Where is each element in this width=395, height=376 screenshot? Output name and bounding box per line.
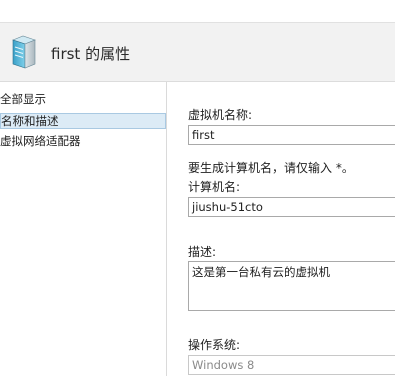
window-top-strip	[0, 0, 395, 22]
dialog-title: first 的属性	[51, 45, 131, 63]
computer-name-hint: 要生成计算机名，请仅输入 *。	[188, 161, 354, 175]
description-label: 描述:	[188, 245, 217, 259]
nav-item-show-all[interactable]: 全部显示	[0, 92, 166, 108]
vm-name-field[interactable]: first	[188, 125, 395, 145]
os-label: 操作系统:	[188, 338, 241, 352]
properties-form: 虚拟机名称: first 要生成计算机名，请仅输入 *。 计算机名: jiush…	[167, 82, 395, 376]
description-textarea[interactable]: 这是第一台私有云的虚拟机	[188, 261, 395, 311]
nav-item-name-description[interactable]: 名称和描述	[0, 113, 166, 129]
dialog-header: first 的属性	[0, 22, 395, 82]
os-field: Windows 8	[188, 355, 395, 375]
computer-name-label: 计算机名:	[188, 180, 241, 194]
nav-item-network-adapter[interactable]: 虚拟网络适配器	[0, 134, 166, 150]
nav-panel: 全部显示 名称和描述 虚拟网络适配器	[0, 82, 167, 376]
computer-name-field[interactable]: jiushu-51cto	[188, 197, 395, 217]
vm-name-label: 虚拟机名称:	[188, 108, 253, 122]
server-icon	[12, 35, 36, 69]
